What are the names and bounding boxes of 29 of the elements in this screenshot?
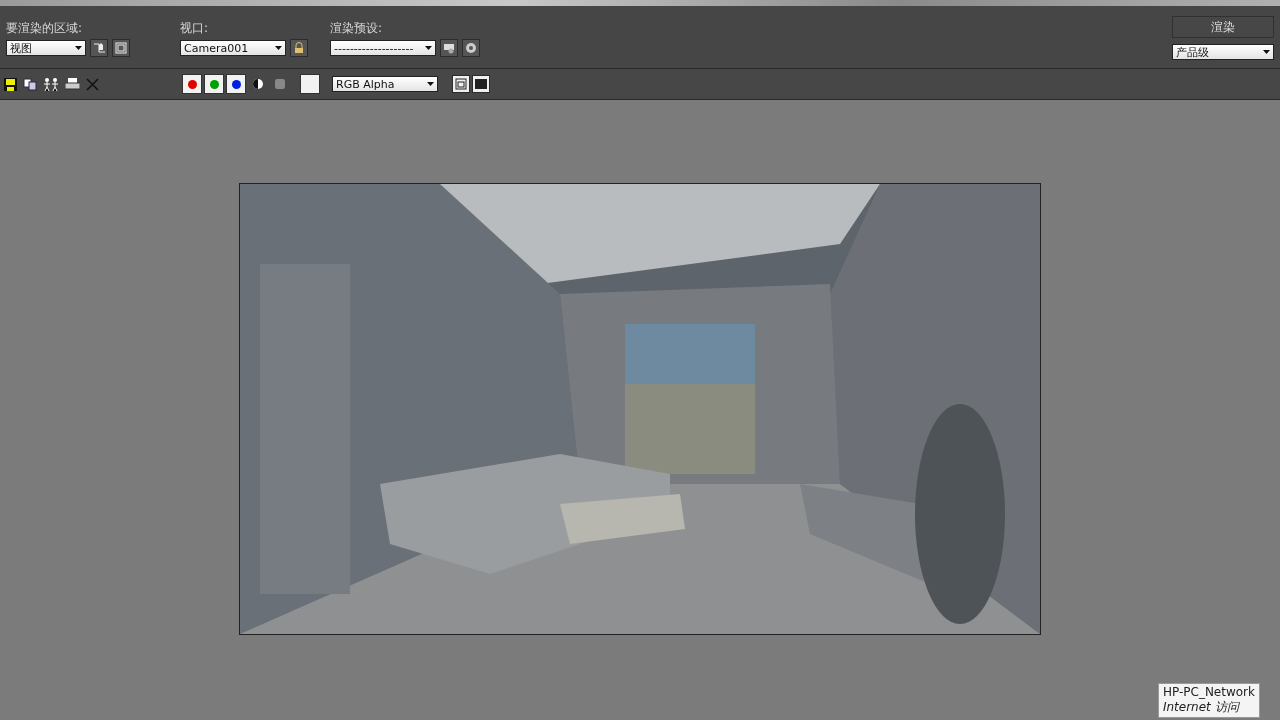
preset-dropdown[interactable]: -------------------- [330, 40, 436, 56]
save-icon[interactable] [4, 77, 17, 91]
channel-toggle[interactable] [204, 74, 224, 94]
caret-icon [425, 46, 432, 50]
gear-icon[interactable] [462, 39, 480, 57]
fullscreen-icon[interactable] [472, 75, 490, 93]
caret-icon [427, 82, 434, 86]
area-label: 要渲染的区域: [6, 22, 84, 35]
channel-toggle[interactable] [182, 74, 202, 94]
frame-icon[interactable] [112, 39, 130, 57]
caret-icon [1263, 50, 1270, 54]
preset-label: 渲染预设: [330, 22, 384, 35]
area-dropdown[interactable]: 视图 [6, 40, 86, 56]
window-icon[interactable] [452, 75, 470, 93]
viewport-label: 视口: [180, 22, 210, 35]
render-button[interactable]: 渲染 [1172, 16, 1274, 38]
people-icon[interactable] [43, 77, 59, 91]
copy-icon[interactable] [23, 77, 37, 91]
caret-icon [275, 46, 282, 50]
network-status: Internet 访问 [1162, 699, 1241, 716]
channel-toggle[interactable] [226, 74, 246, 94]
quality-dropdown[interactable]: 产品级 [1172, 44, 1274, 60]
caret-icon [75, 46, 82, 50]
print-icon[interactable] [65, 77, 80, 91]
color-swatch[interactable] [300, 74, 320, 94]
channel-dropdown[interactable]: RGB Alpha [332, 76, 438, 92]
viewport-dropdown[interactable]: Camera001 [180, 40, 286, 56]
network-name: HP-PC_Network [1162, 685, 1255, 699]
lock-icon[interactable] [290, 39, 308, 57]
